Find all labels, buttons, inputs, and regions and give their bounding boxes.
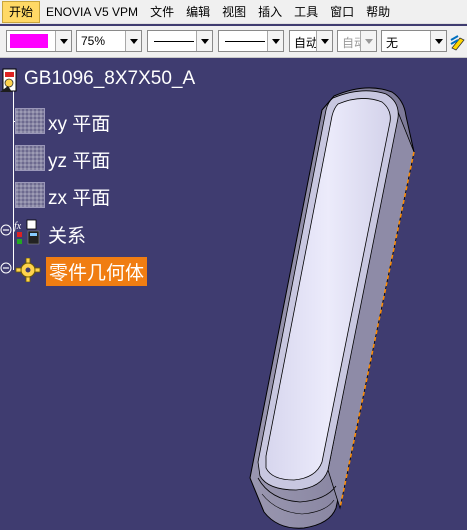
chevron-down-icon	[360, 31, 376, 51]
tree-root[interactable]: GB1096_8X7X50_A	[0, 66, 220, 96]
tree-item-xy-plane[interactable]: xy 平面	[0, 104, 140, 135]
tree-item-zx-plane[interactable]: zx 平面	[0, 180, 140, 210]
render-style-select[interactable]: 无	[381, 30, 447, 52]
menubar: 开始 ENOVIA V5 VPM 文件 编辑 视图 插入 工具 窗口 帮助	[0, 0, 467, 24]
relations-icon: fx	[14, 219, 40, 245]
transparency-value: 75%	[81, 34, 106, 48]
menu-view[interactable]: 视图	[216, 0, 252, 24]
menu-enovia[interactable]: ENOVIA V5 VPM	[40, 0, 144, 24]
line-type-select[interactable]	[218, 30, 284, 52]
layer-2-value: 自动	[342, 36, 362, 50]
tree-root-label: GB1096_8X7X50_A	[24, 68, 196, 89]
render-style-value: 无	[386, 36, 399, 50]
tree-item-label: 关系	[48, 226, 87, 247]
tree-item-part-body[interactable]: 零件几何体	[0, 256, 160, 286]
layer-1-value: 自动	[294, 36, 316, 50]
color-swatch	[10, 34, 48, 48]
line-thickness-sample	[154, 41, 194, 42]
menu-edit[interactable]: 编辑	[180, 0, 216, 24]
layer-select-2: 自动	[337, 30, 377, 52]
transparency-select[interactable]: 75%	[76, 30, 142, 52]
tree-item-relations[interactable]: fx 关系	[0, 218, 140, 248]
menu-help[interactable]: 帮助	[360, 0, 396, 24]
plane-icon	[15, 108, 45, 134]
layer-select-1[interactable]: 自动	[289, 30, 333, 52]
painter-icon[interactable]	[450, 34, 466, 52]
chevron-down-icon[interactable]	[196, 31, 212, 51]
expand-icon[interactable]	[0, 224, 12, 236]
line-thickness-select[interactable]	[147, 30, 213, 52]
part-document-icon	[0, 68, 17, 92]
tree-item-label: xy 平面	[48, 114, 111, 135]
tree-item-label: yz 平面	[48, 151, 111, 172]
menu-insert[interactable]: 插入	[252, 0, 288, 24]
properties-toolbar: 75% 自动 自动 无	[0, 26, 467, 58]
tree-item-yz-plane[interactable]: yz 平面	[0, 142, 140, 172]
menu-file[interactable]: 文件	[144, 0, 180, 24]
color-select[interactable]	[6, 30, 72, 52]
chevron-down-icon[interactable]	[267, 31, 283, 51]
key-part-3d[interactable]	[249, 87, 415, 529]
svg-text:fx: fx	[14, 221, 22, 232]
tree-item-label: 零件几何体	[46, 257, 148, 286]
spec-tree: GB1096_8X7X50_A xy 平面 yz 平面 zx 平面 fx 关系	[0, 60, 240, 300]
chevron-down-icon[interactable]	[125, 31, 141, 51]
menu-tools[interactable]: 工具	[288, 0, 324, 24]
line-type-sample	[225, 41, 265, 42]
gear-icon	[15, 258, 41, 282]
expand-icon[interactable]	[0, 262, 12, 274]
menu-window[interactable]: 窗口	[324, 0, 360, 24]
plane-icon	[15, 182, 45, 208]
chevron-down-icon[interactable]	[316, 31, 332, 51]
plane-icon	[15, 145, 45, 171]
menu-start[interactable]: 开始	[2, 0, 41, 23]
chevron-down-icon[interactable]	[55, 31, 71, 51]
chevron-down-icon[interactable]	[430, 31, 446, 51]
tree-item-label: zx 平面	[48, 188, 111, 209]
